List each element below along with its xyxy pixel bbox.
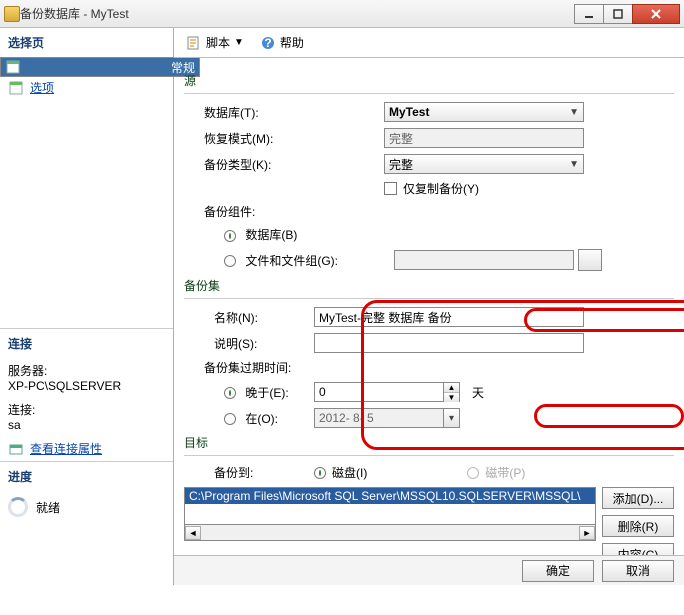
backupset-group-label: 备份集 bbox=[184, 277, 674, 294]
toolbar: 脚本 ▼ ? 帮助 bbox=[174, 28, 684, 58]
contents-button[interactable]: 内容(C) bbox=[602, 543, 674, 555]
expire-after-radio[interactable] bbox=[224, 387, 236, 399]
disk-radio[interactable] bbox=[314, 467, 326, 479]
sidebar-item-label: 选项 bbox=[30, 79, 54, 96]
copy-only-checkbox[interactable] bbox=[384, 182, 397, 195]
database-label: 数据库(T): bbox=[184, 104, 384, 121]
main-panel: 脚本 ▼ ? 帮助 源 数据库(T): MyTest ▼ 恢复模式(M): bbox=[174, 28, 684, 585]
remove-button[interactable]: 删除(R) bbox=[602, 515, 674, 537]
help-label: 帮助 bbox=[280, 34, 304, 51]
horizontal-scrollbar[interactable]: ◄ ► bbox=[184, 525, 596, 541]
backup-type-value: 完整 bbox=[389, 156, 413, 173]
window-controls bbox=[575, 4, 680, 24]
recovery-model-label: 恢复模式(M): bbox=[184, 130, 384, 147]
ok-button[interactable]: 确定 bbox=[522, 560, 594, 582]
destination-list[interactable]: C:\Program Files\Microsoft SQL Server\MS… bbox=[184, 487, 596, 525]
server-label: 服务器: bbox=[8, 362, 165, 379]
minimize-button[interactable] bbox=[574, 4, 604, 24]
script-icon bbox=[186, 35, 202, 51]
description-label: 说明(S): bbox=[184, 335, 314, 352]
destination-item[interactable]: C:\Program Files\Microsoft SQL Server\MS… bbox=[185, 488, 595, 504]
sidebar: 选择页 常规 选项 连接 服务器: XP-PC\SQLSERVER 连接: sa… bbox=[0, 28, 174, 585]
scroll-left-icon[interactable]: ◄ bbox=[185, 526, 201, 540]
expire-after-unit: 天 bbox=[472, 384, 484, 401]
tape-radio bbox=[467, 467, 479, 479]
add-button[interactable]: 添加(D)... bbox=[602, 487, 674, 509]
expire-on-label: 在(O): bbox=[245, 412, 278, 426]
tape-label: 磁带(P) bbox=[485, 464, 525, 481]
component-filegroup-label: 文件和文件组(G): bbox=[245, 254, 338, 268]
component-database-label: 数据库(B) bbox=[245, 228, 297, 242]
dialog-footer: 确定 取消 bbox=[174, 555, 684, 585]
cancel-button[interactable]: 取消 bbox=[602, 560, 674, 582]
properties-icon bbox=[8, 441, 24, 457]
component-database-radio[interactable] bbox=[224, 230, 236, 242]
database-select-value: MyTest bbox=[389, 105, 429, 119]
connection-header: 连接 bbox=[0, 328, 173, 358]
date-picker-button[interactable]: ▾ bbox=[444, 408, 460, 428]
page-icon bbox=[8, 80, 24, 96]
recovery-model-field bbox=[384, 128, 584, 148]
expire-after-input[interactable] bbox=[314, 382, 444, 402]
chevron-down-icon: ▼ bbox=[569, 107, 579, 118]
component-filegroup-radio[interactable] bbox=[224, 255, 236, 267]
name-label: 名称(N): bbox=[184, 309, 314, 326]
maximize-button[interactable] bbox=[603, 4, 633, 24]
sidebar-item-general[interactable]: 常规 bbox=[0, 57, 200, 77]
database-icon bbox=[4, 6, 20, 22]
script-label: 脚本 bbox=[206, 34, 230, 51]
database-select[interactable]: MyTest ▼ bbox=[384, 102, 584, 122]
help-button[interactable]: ? 帮助 bbox=[254, 32, 310, 53]
status-text: 就绪 bbox=[36, 499, 60, 516]
chevron-down-icon: ▾ bbox=[449, 413, 454, 424]
disk-label: 磁盘(I) bbox=[332, 464, 367, 481]
dropdown-arrow-icon: ▼ bbox=[234, 37, 244, 48]
expire-on-radio[interactable] bbox=[224, 413, 236, 425]
select-page-header: 选择页 bbox=[0, 28, 173, 57]
spinner-icon bbox=[8, 497, 28, 517]
backup-type-select[interactable]: 完整 ▼ bbox=[384, 154, 584, 174]
page-icon bbox=[5, 59, 21, 75]
help-icon: ? bbox=[260, 35, 276, 51]
expire-after-spinner[interactable]: ▲▼ bbox=[444, 382, 460, 402]
script-button[interactable]: 脚本 ▼ bbox=[180, 32, 250, 53]
progress-header: 进度 bbox=[0, 461, 173, 491]
server-value: XP-PC\SQLSERVER bbox=[8, 379, 165, 393]
expire-on-date bbox=[314, 408, 444, 428]
view-connection-properties-link[interactable]: 查看连接属性 bbox=[30, 440, 102, 457]
titlebar: 备份数据库 - MyTest bbox=[0, 0, 684, 28]
backup-component-label: 备份组件: bbox=[184, 203, 384, 220]
description-input[interactable] bbox=[314, 333, 584, 353]
connection-value: sa bbox=[8, 418, 165, 432]
expire-after-label: 晚于(E): bbox=[245, 386, 288, 400]
filegroup-field bbox=[394, 250, 574, 270]
copy-only-label: 仅复制备份(Y) bbox=[403, 180, 479, 197]
connection-label: 连接: bbox=[8, 401, 165, 418]
backup-type-label: 备份类型(K): bbox=[184, 156, 384, 173]
scroll-right-icon[interactable]: ► bbox=[579, 526, 595, 540]
expire-label: 备份集过期时间: bbox=[184, 359, 384, 376]
sidebar-item-options[interactable]: 选项 bbox=[0, 77, 173, 98]
destination-group-label: 目标 bbox=[184, 434, 674, 451]
chevron-down-icon: ▼ bbox=[569, 159, 579, 170]
svg-text:?: ? bbox=[264, 36, 271, 50]
close-button[interactable] bbox=[632, 4, 680, 24]
filegroup-browse-button[interactable] bbox=[578, 249, 602, 271]
source-group-label: 源 bbox=[184, 72, 674, 89]
backup-name-input[interactable] bbox=[314, 307, 584, 327]
backup-to-label: 备份到: bbox=[184, 464, 314, 481]
window-title: 备份数据库 - MyTest bbox=[20, 5, 575, 22]
